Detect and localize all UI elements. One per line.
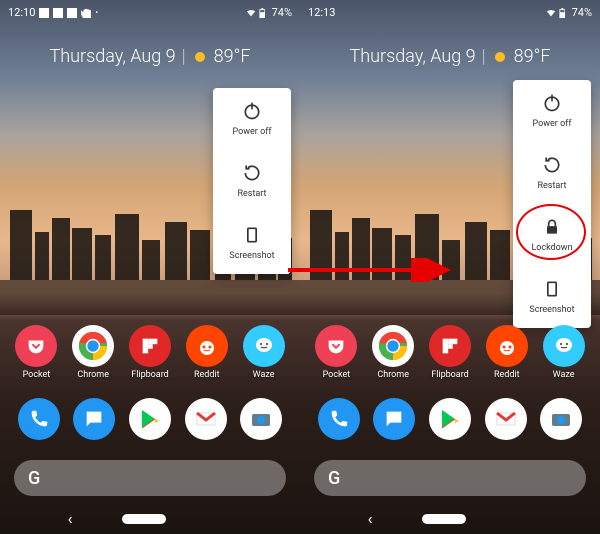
app-chrome[interactable]: Chrome [72, 325, 114, 380]
nav-bar: ‹ [300, 509, 600, 528]
screenshot-button[interactable]: Screenshot [513, 266, 591, 328]
status-bar: 12:10 • 74% [8, 6, 292, 19]
nav-bar: ‹ [0, 509, 300, 528]
battery-icon [259, 8, 269, 18]
app-playstore[interactable] [429, 398, 471, 440]
app-flipboard[interactable]: Flipboard [129, 325, 171, 380]
search-bar[interactable]: G [314, 460, 586, 496]
app-gmail[interactable] [185, 398, 227, 440]
lockdown-label: Lockdown [531, 243, 572, 253]
app-messages[interactable] [73, 398, 115, 440]
twitter-icon [81, 8, 91, 18]
power-off-button[interactable]: Power off [513, 80, 591, 142]
power-icon [542, 93, 562, 113]
more-icon: • [95, 8, 98, 17]
power-off-button[interactable]: Power off [213, 88, 291, 150]
nav-back-button[interactable]: ‹ [368, 509, 373, 528]
notification-icon [53, 8, 63, 18]
power-icon [242, 101, 262, 121]
app-chrome[interactable]: Chrome [372, 325, 414, 380]
google-g-icon: G [28, 468, 40, 489]
phone-right: 12:13 74% Thursday, Aug 9 | 89°F Power o… [300, 0, 600, 534]
app-waze[interactable]: Waze [243, 325, 285, 380]
app-flipboard[interactable]: Flipboard [429, 325, 471, 380]
app-phone[interactable] [318, 398, 360, 440]
annotation-arrow [288, 258, 458, 282]
app-phone[interactable] [18, 398, 60, 440]
lock-icon [542, 217, 562, 237]
screenshot-icon [542, 279, 562, 299]
battery-icon [559, 8, 569, 18]
app-row-1: Pocket Chrome Flipboard Reddit Waze [300, 325, 600, 380]
restart-button[interactable]: Restart [213, 150, 291, 212]
clock: 12:10 [8, 6, 35, 19]
status-bar: 12:13 74% [308, 6, 592, 19]
date-text: Thursday, Aug 9 [350, 46, 476, 67]
nav-back-button[interactable]: ‹ [68, 509, 73, 528]
notification-icon [67, 8, 77, 18]
weather-sunny-icon [192, 49, 208, 65]
screenshot-button[interactable]: Screenshot [213, 212, 291, 274]
restart-label: Restart [237, 189, 266, 199]
app-camera[interactable] [540, 398, 582, 440]
wifi-icon [246, 8, 256, 18]
date-text: Thursday, Aug 9 [50, 46, 176, 67]
app-messages[interactable] [373, 398, 415, 440]
app-camera[interactable] [240, 398, 282, 440]
screenshot-label: Screenshot [529, 305, 574, 315]
restart-button[interactable]: Restart [513, 142, 591, 204]
google-g-icon: G [328, 468, 340, 489]
app-reddit[interactable]: Reddit [486, 325, 528, 380]
clock: 12:13 [308, 6, 335, 19]
dock-row [0, 398, 300, 440]
search-bar[interactable]: G [14, 460, 286, 496]
restart-icon [542, 155, 562, 175]
temp-text: 89°F [214, 46, 251, 67]
app-waze[interactable]: Waze [543, 325, 585, 380]
date-widget[interactable]: Thursday, Aug 9 | 89°F [300, 46, 600, 67]
wifi-icon [546, 8, 556, 18]
power-menu: Power off Restart Lockdown Screenshot [513, 80, 591, 328]
date-widget[interactable]: Thursday, Aug 9 | 89°F [0, 46, 300, 67]
app-gmail[interactable] [485, 398, 527, 440]
nav-home-pill[interactable] [422, 514, 466, 524]
battery-pct: 74% [572, 6, 592, 19]
notification-icon [39, 8, 49, 18]
power-off-label: Power off [533, 119, 572, 129]
restart-label: Restart [537, 181, 566, 191]
app-playstore[interactable] [129, 398, 171, 440]
phone-left: 12:10 • 74% Thursday, Aug 9 | 89°F Power… [0, 0, 300, 534]
lockdown-button[interactable]: Lockdown [513, 204, 591, 266]
screenshot-label: Screenshot [229, 251, 274, 261]
temp-text: 89°F [514, 46, 551, 67]
power-menu: Power off Restart Screenshot [213, 88, 291, 274]
dock-row [300, 398, 600, 440]
nav-home-pill[interactable] [122, 514, 166, 524]
restart-icon [242, 163, 262, 183]
screenshot-icon [242, 225, 262, 245]
weather-sunny-icon [492, 49, 508, 65]
power-off-label: Power off [233, 127, 272, 137]
app-pocket[interactable]: Pocket [15, 325, 57, 380]
app-reddit[interactable]: Reddit [186, 325, 228, 380]
battery-pct: 74% [272, 6, 292, 19]
app-pocket[interactable]: Pocket [315, 325, 357, 380]
app-row-1: Pocket Chrome Flipboard Reddit Waze [0, 325, 300, 380]
